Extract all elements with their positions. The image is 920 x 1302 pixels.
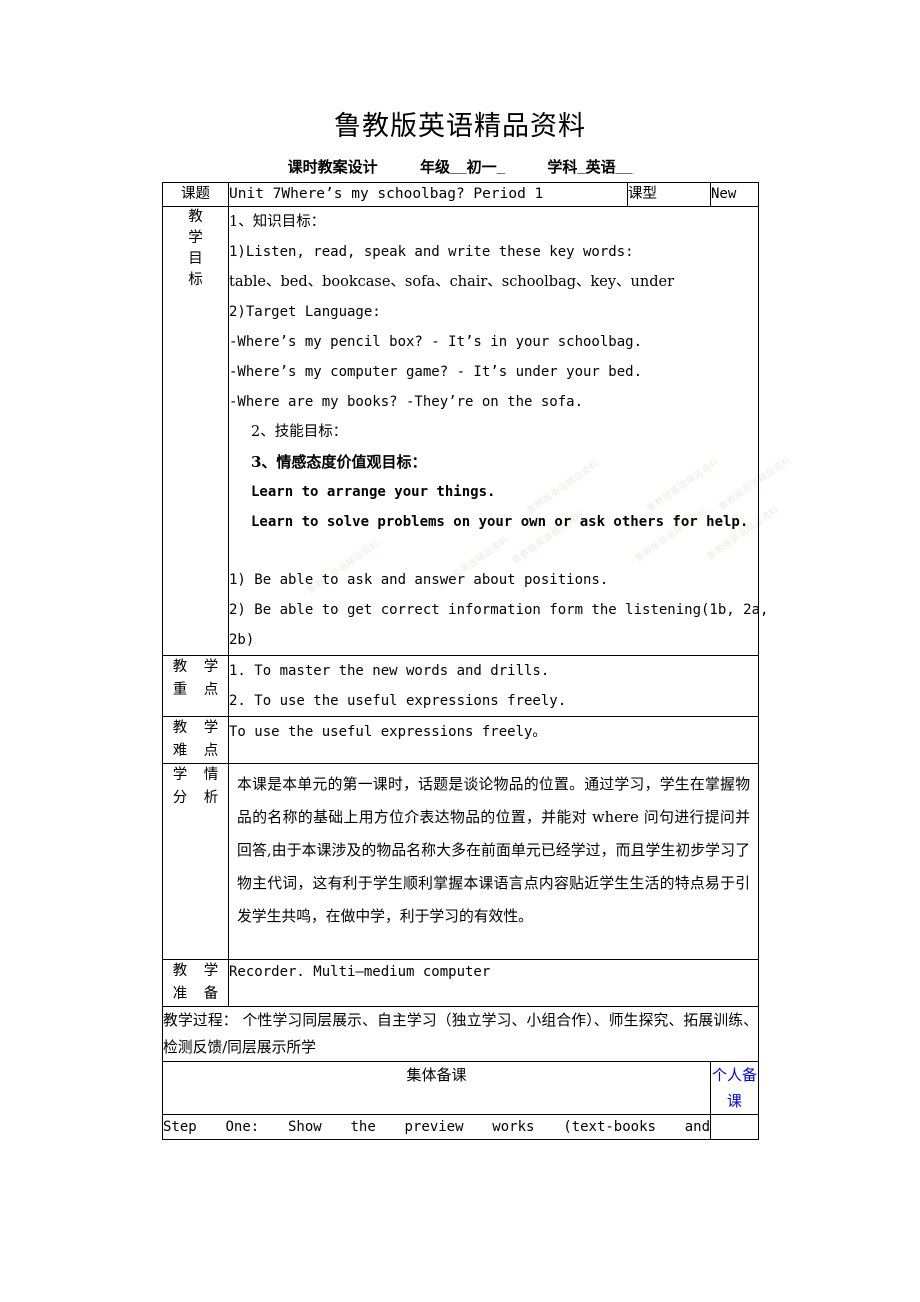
process-text: 教学过程： 个性学习同层展示、自主学习（独立学习、小组合作）、师生探究、拓展训练… [162, 1006, 759, 1062]
row-label-preparation: 教 学 准 备 [162, 959, 229, 1007]
difficult-points-label-line-2: 难 点 [172, 743, 225, 759]
row-label-lesson-type: 课型 [627, 182, 711, 207]
table-row-topic: 课题 Unit 7Where’s my schoolbag? Period 1 … [162, 182, 759, 207]
objective-line-key-words: table、bed、bookcase、sofa、chair、schoolbag、… [229, 274, 675, 290]
lesson-plan-table: 课题 Unit 7Where’s my schoolbag? Period 1 … [162, 182, 769, 1140]
table-row-preparation: 教 学 准 备 Recorder. Multi—medium computer [162, 959, 759, 1007]
table-row-prep-headings: 集体备课 个人备课 [162, 1061, 759, 1115]
analysis-paragraph: 本课是本单元的第一课时，话题是谈论物品的位置。通过学习，学生在掌握物品的名称的基… [237, 776, 750, 925]
document-page: 鲁教版英语精品资料 鲁教版英语精品资料 鲁教版英语精品资料 鲁教版英语精品资料 … [0, 0, 920, 1302]
key-points-content: 1. To master the new words and drills. 2… [228, 655, 759, 717]
objectives-label-char-1: 教 [188, 209, 203, 225]
objective-line-target-2: -Where’s my computer game? - It’s under … [229, 364, 643, 380]
table-row-objectives: 教 学 目 标 1、知识目标： 1)Listen, read, speak an… [162, 206, 769, 656]
objective-line-target-1: -Where’s my pencil box? - It’s in your s… [229, 334, 643, 350]
difficult-point-line-1: To use the useful expressions freely。 [229, 724, 547, 740]
objectives-label-char-3: 目 [188, 251, 203, 267]
preparation-label-line-1: 教 学 [172, 963, 225, 979]
individual-prep-note [710, 1114, 759, 1140]
objectives-label-char-4: 标 [188, 272, 203, 288]
table-row-difficult-points: 教 学 难 点 To use the useful expressions fr… [162, 716, 759, 764]
objective-line-attitude-2: Learn to solve problems on your own or a… [251, 514, 749, 530]
preparation-value: Recorder. Multi—medium computer [228, 959, 759, 1007]
page-subtitle: 课时教案设计 年级__初一_ 学科_英语__ [0, 158, 920, 178]
table-row-analysis: 学 情 分 析 本课是本单元的第一课时，话题是谈论物品的位置。通过学习，学生在掌… [162, 763, 759, 960]
analysis-content: 本课是本单元的第一课时，话题是谈论物品的位置。通过学习，学生在掌握物品的名称的基… [228, 763, 759, 960]
analysis-label-line-2: 分 析 [172, 790, 225, 806]
preparation-label-line-2: 准 备 [172, 986, 225, 1002]
objectives-content: 1、知识目标： 1)Listen, read, speak and write … [228, 206, 769, 656]
objective-line-knowledge-2: 2)Target Language: [229, 304, 381, 320]
objective-line-knowledge-heading: 1、知识目标： [229, 214, 326, 230]
table-row-process: 教学过程： 个性学习同层展示、自主学习（独立学习、小组合作）、师生探究、拓展训练… [162, 1006, 759, 1062]
lesson-type-value: New [710, 182, 759, 207]
key-points-label-line-2: 重 点 [172, 682, 225, 698]
objective-line-skill-heading: 2、技能目标： [251, 424, 348, 440]
page-title: 鲁教版英语精品资料 [334, 111, 586, 142]
objective-line-ability-2: 2) Be able to get correct information fo… [229, 602, 769, 618]
row-label-key-points: 教 学 重 点 [162, 655, 229, 717]
objective-line-ability-2-cont: 2b) [229, 632, 255, 648]
step-one-text: Step One: Show the preview works (text-b… [162, 1114, 711, 1140]
row-label-difficult-points: 教 学 难 点 [162, 716, 229, 764]
objective-line-target-3: -Where are my books? -They’re on the sof… [229, 394, 584, 410]
subtitle-main: 课时教案设计 [287, 159, 378, 176]
key-points-label-line-1: 教 学 [172, 659, 225, 675]
analysis-label-line-1: 学 情 [172, 767, 225, 783]
difficult-points-content: To use the useful expressions freely。 [228, 716, 759, 764]
table-row-step-one: Step One: Show the preview works (text-b… [162, 1114, 759, 1140]
key-point-line-1: 1. To master the new words and drills. [229, 663, 550, 679]
difficult-points-label-line-1: 教 学 [172, 720, 225, 736]
subtitle-subject: 学科_英语__ [547, 159, 633, 176]
table-row-key-points: 教 学 重 点 1. To master the new words and d… [162, 655, 759, 717]
objective-line-attitude-heading: 3、情感态度价值观目标： [251, 453, 427, 471]
topic-value: Unit 7Where’s my schoolbag? Period 1 [228, 182, 628, 207]
row-label-topic: 课题 [162, 182, 229, 207]
individual-prep-heading: 个人备课 [710, 1061, 759, 1115]
key-point-line-2: 2. To use the useful expressions freely. [229, 693, 567, 709]
objective-line-ability-1: 1) Be able to ask and answer about posit… [229, 572, 609, 588]
objectives-label-char-2: 学 [188, 230, 203, 246]
objective-line-attitude-1: Learn to arrange your things. [251, 484, 496, 500]
row-label-objectives: 教 学 目 标 [162, 206, 229, 656]
collective-prep-heading: 集体备课 [162, 1061, 711, 1115]
objective-line-knowledge-1: 1)Listen, read, speak and write these ke… [229, 244, 634, 260]
objective-spacer [229, 537, 758, 565]
subtitle-grade: 年级__初一_ [419, 159, 505, 176]
row-label-analysis: 学 情 分 析 [162, 763, 229, 960]
